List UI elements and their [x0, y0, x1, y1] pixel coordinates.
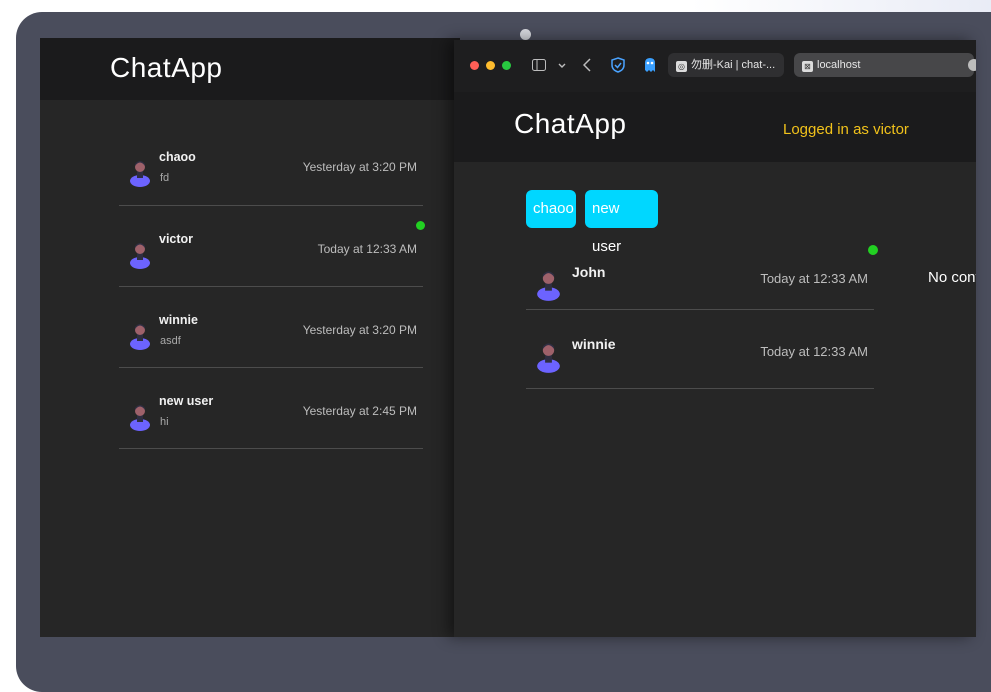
favicon-icon: ◎	[676, 61, 687, 72]
avatar-icon	[130, 243, 150, 269]
chat-name: John	[572, 264, 606, 280]
chat-name: chaoo	[159, 150, 196, 164]
minimize-window-button[interactable]	[486, 61, 495, 70]
chat-time: Yesterday at 2:45 PM	[302, 404, 417, 418]
user-pill-chaoo[interactable]: chaoo	[526, 190, 576, 228]
chat-preview: asdf	[160, 335, 181, 347]
tab-label: localhost	[817, 59, 861, 71]
avatar-icon	[537, 343, 560, 373]
chat-item-new-user[interactable]: new user hi Yesterday at 2:45 PM	[119, 368, 423, 449]
chat-item-winnie[interactable]: winnie Today at 12:33 AM	[526, 310, 874, 389]
browser-toolbar: ◎ 勿删-Kai | chat-... ⊠ localhost	[454, 40, 976, 93]
close-window-button[interactable]	[470, 61, 479, 70]
chat-item-victor[interactable]: victor Today at 12:33 AM	[119, 206, 425, 287]
ghost-extension-icon[interactable]	[644, 57, 656, 73]
tab-localhost[interactable]: ⊠ localhost	[794, 53, 974, 77]
online-status-dot	[868, 245, 878, 255]
avatar-icon	[537, 271, 560, 301]
camera-icon	[520, 29, 531, 40]
chat-preview: hi	[160, 416, 169, 428]
chat-list: chaoo fd Yesterday at 3:20 PM victor Tod…	[119, 141, 425, 449]
chat-name: victor	[159, 232, 194, 246]
empty-conversation-message: No conv	[928, 269, 976, 286]
chat-time: Today at 12:33 AM	[760, 344, 868, 359]
chat-name: winnie	[572, 336, 616, 352]
more-icon[interactable]	[968, 59, 976, 71]
sidebar-toggle-icon[interactable]	[532, 59, 546, 71]
tab-label: 勿删-Kai | chat-...	[691, 59, 776, 71]
chat-preview: fd	[160, 172, 170, 184]
avatar-icon	[130, 161, 150, 187]
chat-name: new user	[159, 394, 214, 408]
chat-time: Yesterday at 3:20 PM	[302, 160, 417, 174]
back-icon[interactable]	[583, 58, 591, 72]
chat-time: Yesterday at 3:20 PM	[302, 323, 417, 337]
favicon-icon: ⊠	[802, 61, 813, 72]
chat-time: Today at 12:33 AM	[317, 242, 417, 256]
avatar-icon	[130, 405, 150, 431]
chat-item-chaoo[interactable]: chaoo fd Yesterday at 3:20 PM	[119, 141, 423, 206]
left-app-window: ChatApp chaoo fd Yesterday at 3:20 PM vi…	[40, 38, 460, 637]
app-brand[interactable]: ChatApp	[110, 52, 222, 84]
chevron-down-icon[interactable]	[558, 63, 566, 69]
chat-list: John Today at 12:33 AM winnie Today at 1…	[526, 241, 878, 389]
maximize-window-button[interactable]	[502, 61, 511, 70]
chat-time: Today at 12:33 AM	[760, 271, 868, 286]
app-brand[interactable]: ChatApp	[514, 108, 626, 140]
online-status-dot	[416, 221, 425, 230]
chat-item-winnie[interactable]: winnie asdf Yesterday at 3:20 PM	[119, 287, 423, 368]
chat-item-john[interactable]: John Today at 12:33 AM	[526, 241, 878, 310]
chat-name: winnie	[159, 313, 198, 327]
user-pill-new-user[interactable]: new user	[585, 190, 658, 255]
avatar-icon	[130, 324, 150, 350]
app-header: ChatApp	[40, 38, 460, 100]
logged-in-status: Logged in as victor	[783, 121, 909, 138]
shield-icon[interactable]	[611, 57, 625, 73]
app-header: ChatApp Logged in as victor	[454, 92, 976, 162]
tab-chat-docs[interactable]: ◎ 勿删-Kai | chat-...	[668, 53, 784, 77]
browser-window: ◎ 勿删-Kai | chat-... ⊠ localhost ChatApp Lo…	[454, 40, 976, 637]
